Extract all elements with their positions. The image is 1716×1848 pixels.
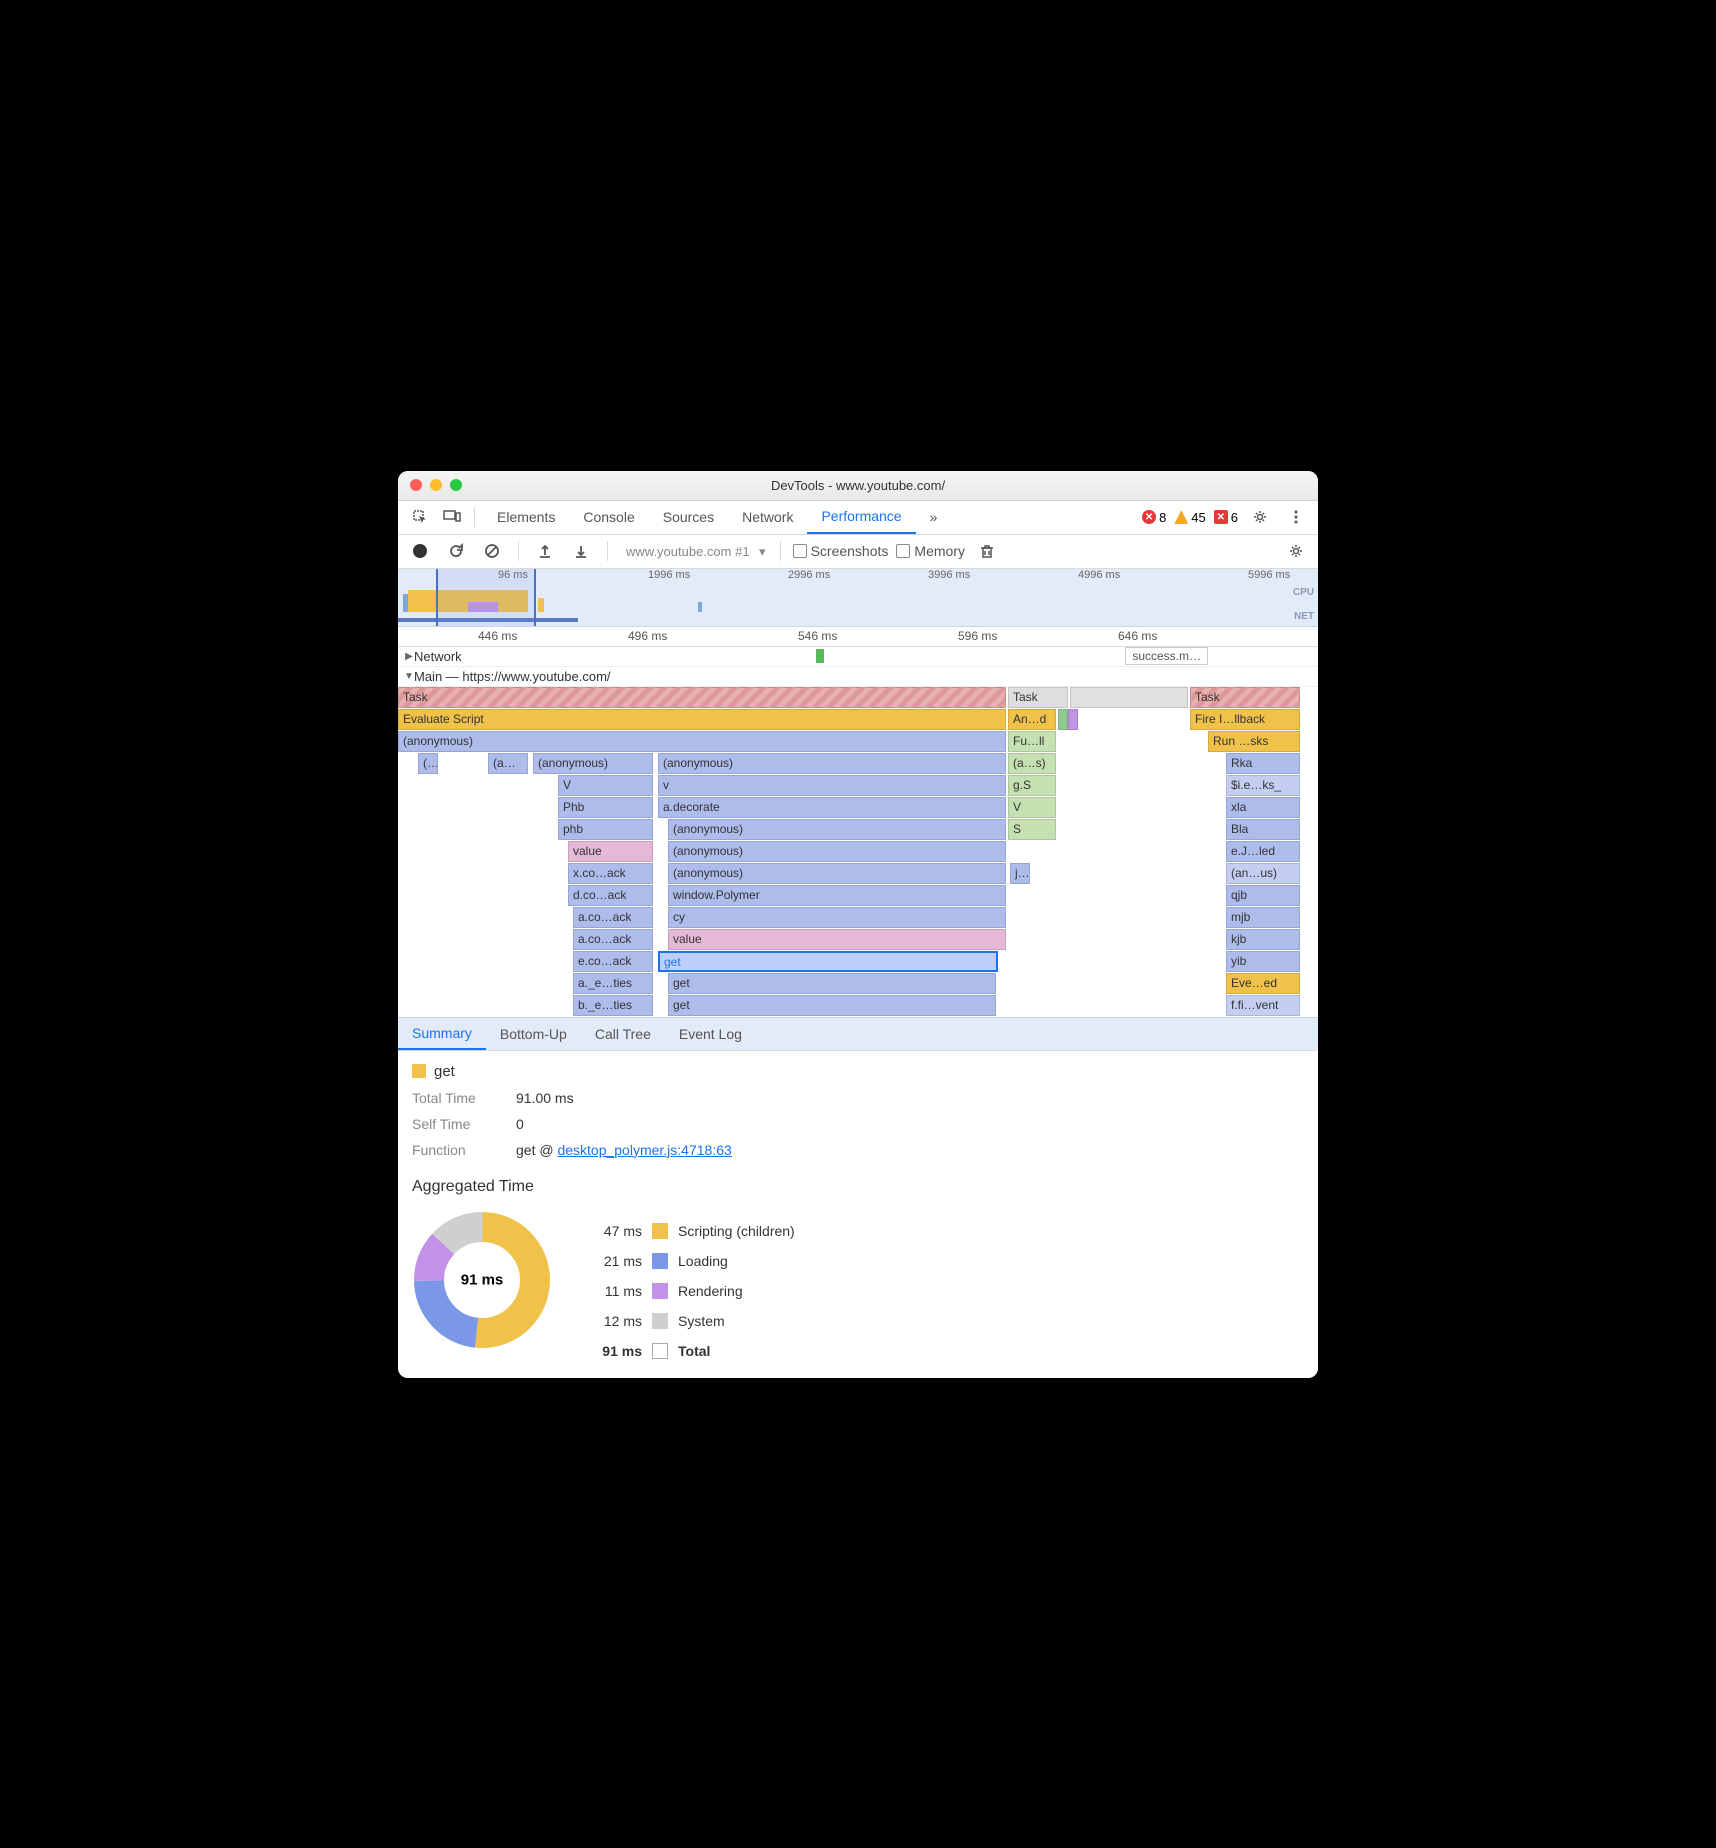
- legend-loading: 21 msLoading: [582, 1246, 1304, 1276]
- performance-toolbar: www.youtube.com #1 Screenshots Memory: [398, 535, 1318, 569]
- inspect-icon[interactable]: [406, 503, 434, 531]
- flame-selected-get[interactable]: get: [658, 951, 998, 972]
- main-toolbar: Elements Console Sources Network Perform…: [398, 501, 1318, 535]
- details-tabs: Summary Bottom-Up Call Tree Event Log: [398, 1017, 1318, 1051]
- tab-call-tree[interactable]: Call Tree: [581, 1018, 665, 1050]
- download-icon[interactable]: [567, 537, 595, 565]
- self-time-value: 0: [516, 1116, 1304, 1132]
- tab-overflow-icon[interactable]: »: [916, 500, 952, 534]
- flame-task[interactable]: Task: [398, 687, 1006, 708]
- collect-garbage-icon[interactable]: [973, 537, 1001, 565]
- collapse-icon[interactable]: ▼: [404, 671, 414, 682]
- tab-performance[interactable]: Performance: [807, 500, 915, 534]
- settings-icon[interactable]: [1246, 503, 1274, 531]
- total-time-value: 91.00 ms: [516, 1090, 1304, 1106]
- time-ruler[interactable]: 446 ms 496 ms 546 ms 596 ms 646 ms: [398, 627, 1318, 647]
- record-button[interactable]: [406, 537, 434, 565]
- tab-network[interactable]: Network: [728, 500, 807, 534]
- expand-icon[interactable]: ▶: [404, 651, 414, 662]
- flame-task[interactable]: Task: [1008, 687, 1068, 708]
- minimize-icon[interactable]: [430, 479, 442, 491]
- summary-panel: get Total Time 91.00 ms Self Time 0 Func…: [398, 1051, 1318, 1378]
- main-track-header[interactable]: ▼ Main — https://www.youtube.com/: [398, 667, 1318, 687]
- window-title: DevTools - www.youtube.com/: [398, 478, 1318, 493]
- warning-badge[interactable]: 45: [1174, 510, 1205, 525]
- memory-checkbox[interactable]: Memory: [896, 543, 965, 559]
- panel-tabs: Elements Console Sources Network Perform…: [483, 500, 951, 534]
- status-badges: ✕8 45 ✕6: [1142, 503, 1310, 531]
- flame-evaluate-script[interactable]: Evaluate Script: [398, 709, 1006, 730]
- more-icon[interactable]: [1282, 503, 1310, 531]
- capture-settings-icon[interactable]: [1282, 537, 1310, 565]
- issue-badge[interactable]: ✕6: [1214, 510, 1238, 525]
- scripting-swatch-icon: [412, 1064, 426, 1078]
- flame-chart[interactable]: Task Task Task Evaluate Script An…d Fire…: [398, 687, 1318, 1017]
- network-track-header[interactable]: ▶ Network success.m…: [398, 647, 1318, 667]
- screenshots-checkbox[interactable]: Screenshots: [793, 543, 889, 559]
- titlebar: DevTools - www.youtube.com/: [398, 471, 1318, 501]
- flame-task[interactable]: Task: [1190, 687, 1300, 708]
- tab-sources[interactable]: Sources: [649, 500, 728, 534]
- aggregated-time-heading: Aggregated Time: [412, 1178, 1304, 1196]
- tab-elements[interactable]: Elements: [483, 500, 569, 534]
- legend-total: 91 msTotal: [582, 1336, 1304, 1366]
- aggregated-time-donut: 91 ms: [412, 1210, 552, 1350]
- tab-bottom-up[interactable]: Bottom-Up: [486, 1018, 581, 1050]
- flame-task[interactable]: [1070, 687, 1188, 708]
- legend-system: 12 msSystem: [582, 1306, 1304, 1336]
- window-controls: [410, 479, 462, 491]
- legend-rendering: 11 msRendering: [582, 1276, 1304, 1306]
- network-marker: [816, 649, 824, 663]
- clear-icon[interactable]: [478, 537, 506, 565]
- legend-scripting: 47 msScripting (children): [582, 1216, 1304, 1246]
- fullscreen-icon[interactable]: [450, 479, 462, 491]
- device-icon[interactable]: [438, 503, 466, 531]
- recording-selector[interactable]: www.youtube.com #1: [620, 542, 768, 561]
- tab-event-log[interactable]: Event Log: [665, 1018, 756, 1050]
- network-item[interactable]: success.m…: [1125, 647, 1208, 665]
- devtools-window: DevTools - www.youtube.com/ Elements Con…: [398, 471, 1318, 1378]
- aggregated-time-legend: 47 msScripting (children) 21 msLoading 1…: [582, 1210, 1304, 1366]
- summary-function-name: get: [434, 1063, 455, 1080]
- timeline-overview[interactable]: 96 ms 1996 ms 2996 ms 3996 ms 4996 ms 59…: [398, 569, 1318, 627]
- donut-center-label: 91 ms: [461, 1271, 504, 1288]
- error-badge[interactable]: ✕8: [1142, 510, 1166, 525]
- tab-console[interactable]: Console: [569, 500, 648, 534]
- close-icon[interactable]: [410, 479, 422, 491]
- source-link[interactable]: desktop_polymer.js:4718:63: [557, 1142, 731, 1158]
- tab-summary[interactable]: Summary: [398, 1018, 486, 1050]
- reload-icon[interactable]: [442, 537, 470, 565]
- upload-icon[interactable]: [531, 537, 559, 565]
